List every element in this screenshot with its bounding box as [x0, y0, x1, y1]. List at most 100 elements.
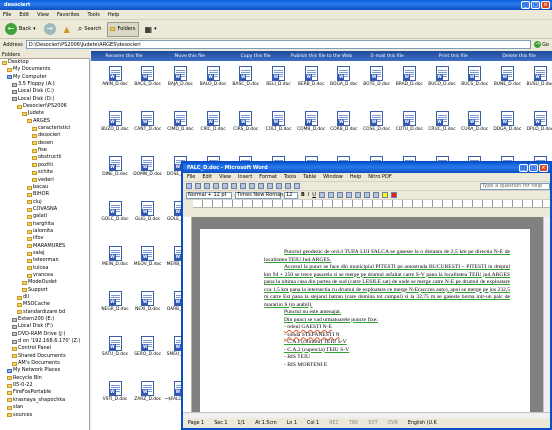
tree-item[interactable]: My Computer — [0, 74, 89, 81]
redo-icon[interactable] — [276, 183, 282, 189]
file-item[interactable]: W BUSU_D.doc — [518, 66, 552, 87]
word-minimize-button[interactable]: _ — [519, 164, 528, 172]
tree-item[interactable]: My Network Places — [0, 367, 89, 374]
tree-item[interactable]: desocieri — [0, 132, 89, 139]
tree-item[interactable]: schite — [0, 169, 89, 176]
tree-item[interactable]: Shared Documents — [0, 353, 89, 360]
print-icon[interactable] — [213, 183, 219, 189]
minimize-button[interactable]: _ — [521, 1, 530, 9]
tree-item[interactable]: Recycle Bin — [0, 375, 89, 382]
new-icon[interactable] — [186, 183, 192, 189]
tree-item[interactable]: MSOCache — [0, 301, 89, 308]
tree-item[interactable]: harghita — [0, 221, 89, 228]
tree-item[interactable]: Control Panel — [0, 345, 89, 352]
tree-item[interactable]: d on '192.168.6.170' (Z:) — [0, 338, 89, 345]
help-question-input[interactable]: Type a question for help — [480, 182, 550, 190]
tree-item[interactable]: COVASNA — [0, 206, 89, 213]
underline-icon[interactable]: U — [312, 192, 316, 198]
task-item[interactable]: Move this file — [157, 54, 223, 59]
menu-item-help[interactable]: Help — [108, 12, 119, 18]
word-maximize-button[interactable]: □ — [529, 164, 538, 172]
tree-item[interactable]: 3.5 Floppy (A:) — [0, 81, 89, 88]
tree-item[interactable]: BIHOR — [0, 191, 89, 198]
tree-item[interactable]: DVD-RAM Drive (J:) — [0, 331, 89, 338]
tree-item[interactable]: 05-0-22 — [0, 382, 89, 389]
paste-icon[interactable] — [258, 183, 264, 189]
task-item[interactable]: E-mail this file — [354, 54, 420, 59]
document-page[interactable]: Punctul geodezic de ord.4 TUFA LUI FALCA… — [200, 229, 530, 412]
forward-button[interactable]: → — [42, 22, 58, 37]
tree-item[interactable]: Desocieri\PS2006 — [0, 103, 89, 110]
tree-item[interactable]: Desktop — [0, 59, 89, 66]
save-icon[interactable] — [204, 183, 210, 189]
indent-icon[interactable] — [372, 192, 379, 198]
table-icon[interactable] — [285, 183, 291, 189]
go-button[interactable]: → Go — [534, 41, 552, 48]
task-item[interactable]: Publish this file to the Web — [289, 54, 355, 59]
back-button[interactable]: ← Back ▾ — [3, 22, 38, 37]
align-right-icon[interactable] — [336, 192, 343, 198]
word-menu-insert[interactable]: Insert — [238, 174, 252, 180]
tree-item[interactable]: pozitii — [0, 162, 89, 169]
task-item[interactable]: Print this file — [420, 54, 486, 59]
tree-item[interactable]: Local Disk (F:) — [0, 323, 89, 330]
word-menu-help[interactable]: Help — [350, 174, 361, 180]
bullets-icon[interactable] — [363, 192, 370, 198]
vertical-scrollbar[interactable] — [543, 217, 550, 412]
tree-item[interactable]: Extern200 (E:) — [0, 316, 89, 323]
file-item[interactable]: W DPLO_D.doc — [518, 111, 552, 132]
align-left-icon[interactable] — [318, 192, 325, 198]
menu-item-edit[interactable]: Edit — [19, 12, 29, 18]
tree-item[interactable]: cluj — [0, 199, 89, 206]
word-menu-window[interactable]: Window — [323, 174, 343, 180]
size-select[interactable]: 12 — [284, 191, 298, 199]
close-button[interactable]: × — [541, 1, 550, 9]
tree-item[interactable]: caracteristici — [0, 125, 89, 132]
tree-item[interactable]: ARGES — [0, 118, 89, 125]
tree-item[interactable]: Support — [0, 287, 89, 294]
menu-item-tools[interactable]: Tools — [88, 12, 100, 18]
word-menu-format[interactable]: Format — [259, 174, 277, 180]
word-menu-edit[interactable]: Edit — [202, 174, 212, 180]
highlight-icon[interactable] — [381, 192, 388, 198]
tree-item[interactable]: obstructii — [0, 154, 89, 161]
font-select[interactable]: Times New Roman — [235, 191, 283, 199]
word-menu-view[interactable]: View — [219, 174, 231, 180]
tree-item[interactable]: sources — [0, 412, 89, 419]
align-center-icon[interactable] — [327, 192, 334, 198]
justify-icon[interactable] — [345, 192, 352, 198]
tree-item[interactable]: iifov — [0, 235, 89, 242]
italic-icon[interactable]: I — [308, 192, 309, 198]
bold-icon[interactable]: B — [301, 192, 305, 198]
maximize-button[interactable]: □ — [531, 1, 540, 9]
task-item[interactable]: Copy this file — [223, 54, 289, 59]
tree-item[interactable]: FireFoxPortable — [0, 389, 89, 396]
tree-item[interactable]: AM's Documents — [0, 360, 89, 367]
menu-item-favorites[interactable]: Favorites — [57, 12, 80, 18]
tree-item[interactable]: teleorman — [0, 257, 89, 264]
tree-item[interactable]: krasnaya_shapochka — [0, 397, 89, 404]
menu-item-file[interactable]: File — [3, 12, 11, 18]
tree-item[interactable]: desen — [0, 140, 89, 147]
word-menu-nitro-pdf[interactable]: Nitro PDF — [368, 174, 391, 180]
tree-item[interactable]: galati — [0, 213, 89, 220]
task-item[interactable]: Rename this file — [91, 54, 157, 59]
copy-icon[interactable] — [249, 183, 255, 189]
columns-icon[interactable] — [294, 183, 300, 189]
task-item[interactable]: Delete this file — [486, 54, 552, 59]
numbering-icon[interactable] — [354, 192, 361, 198]
tree-item[interactable]: standardizare bd — [0, 309, 89, 316]
views-button[interactable]: ▦ ▾ — [143, 22, 159, 37]
tree-item[interactable]: Judete — [0, 110, 89, 117]
style-select[interactable]: Normal + 12 pt — [186, 191, 232, 199]
menu-item-view[interactable]: View — [37, 12, 49, 18]
tree-item[interactable]: fise — [0, 147, 89, 154]
tree-item[interactable]: Local Disk (C:) — [0, 88, 89, 95]
address-input[interactable]: D:\Desocieri\PS2006\Judete\ARGES\desocie… — [25, 40, 532, 49]
folders-button[interactable]: Folders — [107, 21, 139, 37]
tree-item[interactable]: vrancea — [0, 272, 89, 279]
search-button[interactable]: ⌕ Search — [76, 22, 104, 37]
spelling-icon[interactable] — [231, 183, 237, 189]
tree-item[interactable]: tulcea — [0, 265, 89, 272]
up-folder-button[interactable]: ▲ — [62, 22, 72, 37]
